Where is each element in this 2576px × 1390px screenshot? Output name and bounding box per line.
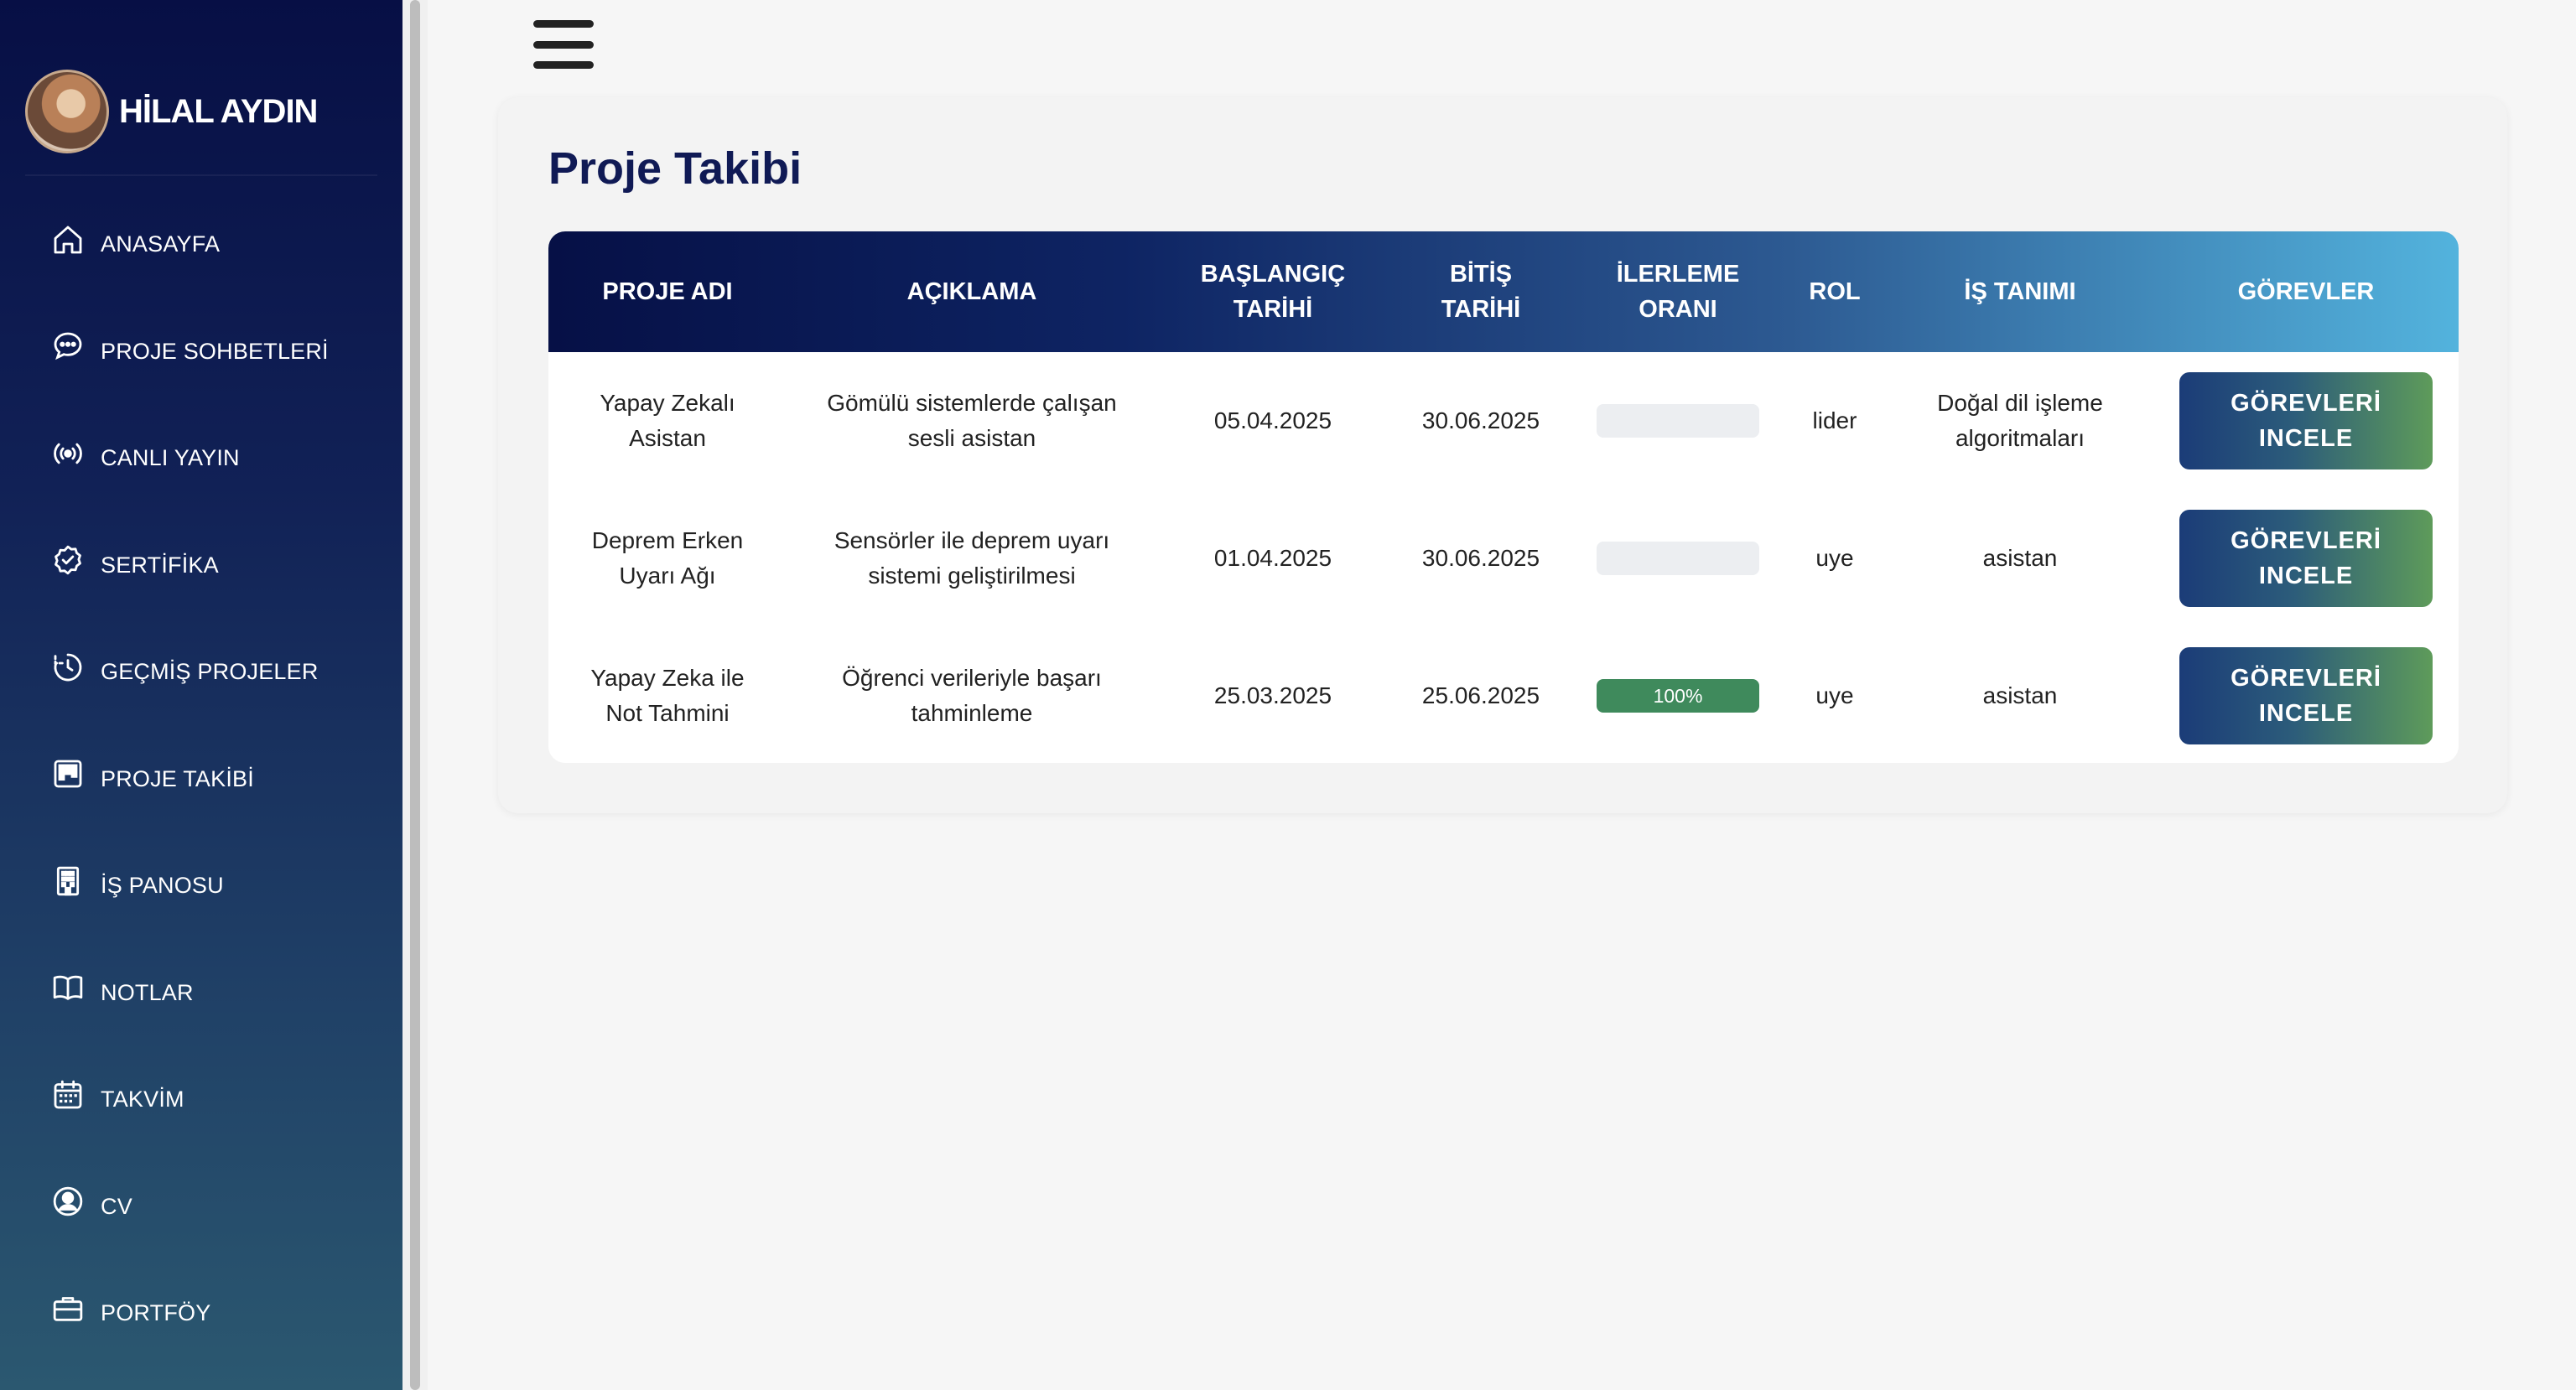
cell-project-name: Deprem Erken Uyarı Ağı [591,527,744,589]
scrollbar-thumb[interactable] [410,0,420,1390]
header-bitis-tarihi: BİTİŞ TARİHİ [1441,261,1521,323]
cell-tasks: GÖREVLERİ INCELE [2153,627,2459,763]
home-icon [50,222,86,257]
cell-description: Öğrenci verileriyle başarı tahminleme [842,665,1102,726]
calendar-icon [50,1077,86,1113]
sidebar-item-cv[interactable]: CV [0,1154,402,1261]
cell-project-name: Yapay Zekalı Asistan [600,390,735,451]
projects-table: PROJE ADI AÇIKLAMA BAŞLANGIÇ TARİHİ BİTİŞ… [548,231,2459,763]
project-tracking-card: Proje Takibi PROJE ADI AÇIKLAMA BAŞLANGI… [498,97,2507,813]
cell-end-date: 30.06.2025 [1421,545,1540,571]
page-title: Proje Takibi [548,143,802,194]
sidebar-item-canli-yayin[interactable]: CANLI YAYIN [0,405,402,512]
sidebar-item-label: PORTFÖY [101,1300,211,1326]
sidebar: HİLAL AYDIN ANASAYFA PROJE SOHBETLERİ CA… [0,0,402,1390]
book-icon [50,970,86,1005]
broadcast-icon [50,436,86,471]
table-row: Deprem Erken Uyarı Ağı Sensörler ile depr… [548,490,2459,627]
cell-start-date: 25.03.2025 [1213,682,1332,708]
cell-progress: 100% [1573,627,1783,763]
sidebar-item-label: CV [101,1193,132,1219]
cell-tasks: GÖREVLERİ INCELE [2153,490,2459,627]
cell-job-description: asistan [1982,682,2058,708]
cell-role: uye [1815,682,1854,708]
sidebar-nav: ANASAYFA PROJE SOHBETLERİ CANLI YAYIN SE… [0,191,402,1367]
cell-progress [1573,490,1783,627]
hamburger-icon-bar [533,20,594,28]
header-is-tanimi: İŞ TANIMI [1964,278,2076,305]
sidebar-item-label: PROJE SOHBETLERİ [101,338,329,364]
view-tasks-button[interactable]: GÖREVLERİ INCELE [2179,372,2433,469]
sidebar-item-proje-takibi[interactable]: PROJE TAKİBİ [0,726,402,833]
sidebar-item-proje-sohbetleri[interactable]: PROJE SOHBETLERİ [0,298,402,406]
sidebar-item-is-panosu[interactable]: İŞ PANOSU [0,832,402,940]
chat-icon [50,329,86,364]
cell-end-date: 30.06.2025 [1421,407,1540,433]
view-tasks-button[interactable]: GÖREVLERİ INCELE [2179,510,2433,607]
sidebar-item-label: SERTİFİKA [101,552,219,578]
sidebar-item-notlar[interactable]: NOTLAR [0,940,402,1047]
header-ilerleme-orani: İLERLEME ORANI [1616,261,1740,323]
sidebar-item-label: GEÇMİŞ PROJELER [101,659,319,685]
sidebar-item-label: PROJE TAKİBİ [101,765,254,791]
briefcase-icon [50,1291,86,1326]
progress-bar: 100% [1597,679,1759,713]
sidebar-item-gecmis-projeler[interactable]: GEÇMİŞ PROJELER [0,619,402,726]
hamburger-icon-bar [533,61,594,69]
header-rol: ROL [1809,278,1861,305]
avatar[interactable] [25,70,109,153]
sidebar-item-label: İŞ PANOSU [101,873,224,899]
hamburger-icon-bar [533,40,594,49]
kanban-icon [50,756,86,791]
header-proje-adi: PROJE ADI [602,278,733,305]
sidebar-item-label: CANLI YAYIN [101,445,240,471]
table-header-row: PROJE ADI AÇIKLAMA BAŞLANGIÇ TARİHİ BİTİŞ… [548,231,2459,352]
header-baslangic-tarihi: BAŞLANGIÇ TARİHİ [1200,261,1346,323]
profile-section: HİLAL AYDIN [25,59,377,176]
sidebar-item-anasayfa[interactable]: ANASAYFA [0,191,402,298]
profile-name: HİLAL AYDIN [119,92,318,130]
sidebar-item-label: ANASAYFA [101,231,221,257]
sidebar-item-takvim[interactable]: TAKVİM [0,1046,402,1154]
cell-role: lider [1812,407,1857,433]
badge-check-icon [50,542,86,578]
cell-project-name: Yapay Zeka ile Not Tahmini [590,665,745,726]
building-icon [50,864,86,899]
cell-start-date: 01.04.2025 [1213,545,1332,571]
sidebar-item-portfoy[interactable]: PORTFÖY [0,1260,402,1367]
table-row: Yapay Zekalı Asistan Gömülü sistemlerde ç… [548,352,2459,490]
sidebar-item-label: NOTLAR [101,979,194,1005]
progress-fill: 100% [1597,679,1759,713]
projects-table-container: PROJE ADI AÇIKLAMA BAŞLANGIÇ TARİHİ BİTİŞ… [548,231,2459,763]
cell-job-description: asistan [1982,545,2058,571]
user-circle-icon [50,1184,86,1219]
cell-progress [1573,352,1783,490]
cell-start-date: 05.04.2025 [1213,407,1332,433]
table-row: Yapay Zeka ile Not Tahmini Öğrenci verile… [548,627,2459,763]
sidebar-item-label: TAKVİM [101,1087,184,1113]
cell-end-date: 25.06.2025 [1421,682,1540,708]
cell-description: Sensörler ile deprem uyarı sistemi gelişt… [834,527,1110,589]
history-icon [50,650,86,685]
cell-role: uye [1815,545,1854,571]
header-gorevler: GÖREVLER [2237,278,2375,305]
header-aciklama: AÇIKLAMA [906,278,1037,305]
menu-toggle-button[interactable] [533,17,594,72]
cell-tasks: GÖREVLERİ INCELE [2153,352,2459,490]
sidebar-scrollbar[interactable] [402,0,428,1390]
progress-bar [1597,404,1759,438]
sidebar-item-sertifika[interactable]: SERTİFİKA [0,512,402,620]
progress-bar [1597,542,1759,575]
view-tasks-button[interactable]: GÖREVLERİ INCELE [2179,647,2433,744]
cell-job-description: Doğal dil işleme algoritmaları [1937,390,2103,451]
cell-description: Gömülü sistemlerde çalışan sesli asistan [827,390,1117,451]
